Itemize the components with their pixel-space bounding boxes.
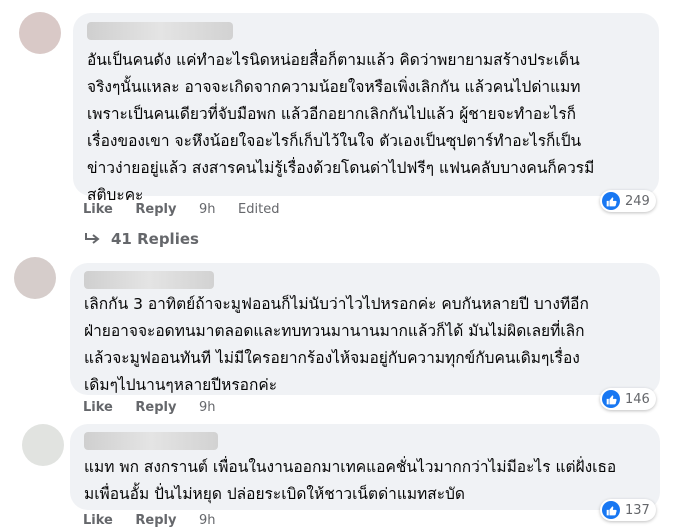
- comment-bubble: เลิกกัน 3 อาทิตย์ถ้าจะมูฟออนก็ไม่นับว่าไ…: [70, 263, 660, 395]
- like-button[interactable]: Like: [83, 202, 113, 217]
- reply-button[interactable]: Reply: [135, 400, 176, 415]
- like-button[interactable]: Like: [83, 513, 113, 528]
- like-button[interactable]: Like: [83, 400, 113, 415]
- avatar[interactable]: [19, 12, 61, 54]
- edited-label: Edited: [238, 202, 280, 217]
- reply-arrow-icon: [85, 233, 100, 244]
- author-name-redacted[interactable]: [84, 271, 214, 289]
- avatar[interactable]: [14, 257, 56, 299]
- like-reaction-icon: [602, 192, 620, 210]
- avatar[interactable]: [22, 424, 64, 466]
- author-name-redacted[interactable]: [87, 22, 233, 40]
- reply-button[interactable]: Reply: [135, 513, 176, 528]
- author-name-redacted[interactable]: [84, 432, 218, 450]
- comment-text: แมท พก สงกรานต์ เพื่อนในงานออกมาเทคแอคชั…: [84, 458, 617, 503]
- timestamp[interactable]: 9h: [199, 513, 216, 528]
- comment-bubble: อันเป็นคนดัง แค่ทำอะไรนิดหน่อยสื่อก็ตามแ…: [73, 13, 659, 204]
- timestamp[interactable]: 9h: [199, 202, 216, 217]
- like-reaction-icon: [602, 390, 620, 408]
- comment-actions: Like Reply 9h Edited: [83, 202, 297, 217]
- reaction-count[interactable]: 146: [600, 388, 656, 410]
- reaction-count-value: 137: [625, 502, 650, 518]
- reply-button[interactable]: Reply: [135, 202, 176, 217]
- reaction-count-value: 146: [625, 391, 650, 407]
- timestamp[interactable]: 9h: [199, 400, 216, 415]
- comment-bubble: แมท พก สงกรานต์ เพื่อนในงานออกมาเทคแอคชั…: [70, 424, 660, 510]
- reaction-count-value: 249: [625, 193, 650, 209]
- reaction-count[interactable]: 249: [600, 190, 656, 212]
- reaction-count[interactable]: 137: [600, 499, 656, 521]
- comment-actions: Like Reply 9h: [83, 513, 234, 528]
- replies-count-label: 41 Replies: [111, 230, 199, 248]
- like-reaction-icon: [602, 501, 620, 519]
- comment-text: เลิกกัน 3 อาทิตย์ถ้าจะมูฟออนก็ไม่นับว่าไ…: [84, 295, 589, 394]
- view-replies-link[interactable]: 41 Replies: [83, 230, 199, 248]
- comment-actions: Like Reply 9h: [83, 400, 234, 415]
- comment-text: อันเป็นคนดัง แค่ทำอะไรนิดหน่อยสื่อก็ตามแ…: [87, 51, 595, 204]
